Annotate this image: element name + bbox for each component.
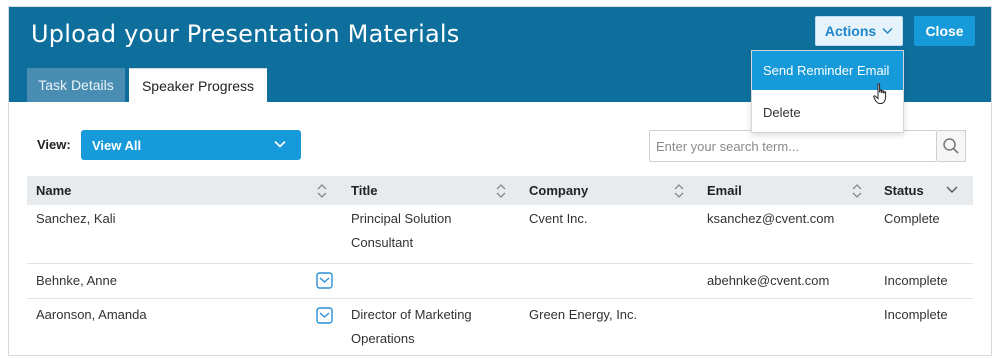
cell-email: ksanchez@cvent.com (707, 211, 835, 226)
modal-window: Upload your Presentation Materials Actio… (8, 6, 992, 356)
cell-name: Sanchez, Kali (36, 211, 116, 226)
cell-name: Behnke, Anne (36, 273, 117, 288)
table-header: Name Title Company Email Status (27, 176, 973, 205)
search-input[interactable] (649, 130, 937, 162)
actions-button-label: Actions (824, 23, 877, 39)
tab-speaker-progress[interactable]: Speaker Progress (129, 68, 267, 102)
column-header-company[interactable]: Company (529, 176, 588, 205)
sort-icon[interactable] (673, 183, 685, 199)
cell-title-line1: Principal Solution (351, 211, 452, 226)
table-row[interactable]: Behnke, Anne abehnke@cvent.com Incomplet… (27, 264, 973, 299)
column-header-email[interactable]: Email (707, 176, 742, 205)
sort-icon[interactable] (495, 183, 507, 199)
chevron-down-icon[interactable] (945, 185, 959, 195)
hand-cursor-icon (873, 83, 887, 104)
column-header-status[interactable]: Status (884, 176, 924, 205)
column-header-title[interactable]: Title (351, 176, 378, 205)
table-row[interactable]: Aaronson, Amanda Director of Marketing O… (27, 299, 973, 355)
chevron-down-icon (274, 140, 286, 148)
mail-icon[interactable] (316, 307, 333, 324)
mail-icon[interactable] (316, 272, 333, 289)
sort-icon[interactable] (851, 183, 863, 199)
cell-company: Cvent Inc. (529, 211, 588, 226)
actions-button[interactable]: Actions (815, 16, 903, 46)
cell-email: abehnke@cvent.com (707, 273, 830, 288)
cell-title-line1: Director of Marketing (351, 307, 472, 322)
table-row[interactable]: Sanchez, Kali Principal Solution Consult… (27, 205, 973, 264)
view-select-value: View All (92, 137, 142, 153)
cell-status: Incomplete (884, 307, 948, 322)
view-select[interactable]: View All (81, 130, 301, 160)
close-button[interactable]: Close (914, 16, 975, 46)
cell-status: Incomplete (884, 273, 948, 288)
chevron-down-icon (882, 27, 893, 35)
search-button[interactable] (937, 130, 966, 162)
page-title: Upload your Presentation Materials (31, 20, 460, 48)
cell-name: Aaronson, Amanda (36, 307, 147, 322)
column-header-name[interactable]: Name (36, 176, 71, 205)
sort-icon[interactable] (316, 183, 328, 199)
cell-title-line2: Consultant (351, 235, 414, 250)
cell-status: Complete (884, 211, 940, 226)
cell-title-line2: Operations (351, 331, 415, 346)
search-icon (943, 138, 959, 154)
view-label: View: (37, 137, 71, 152)
tab-task-details[interactable]: Task Details (27, 68, 125, 102)
cell-company: Green Energy, Inc. (529, 307, 638, 322)
